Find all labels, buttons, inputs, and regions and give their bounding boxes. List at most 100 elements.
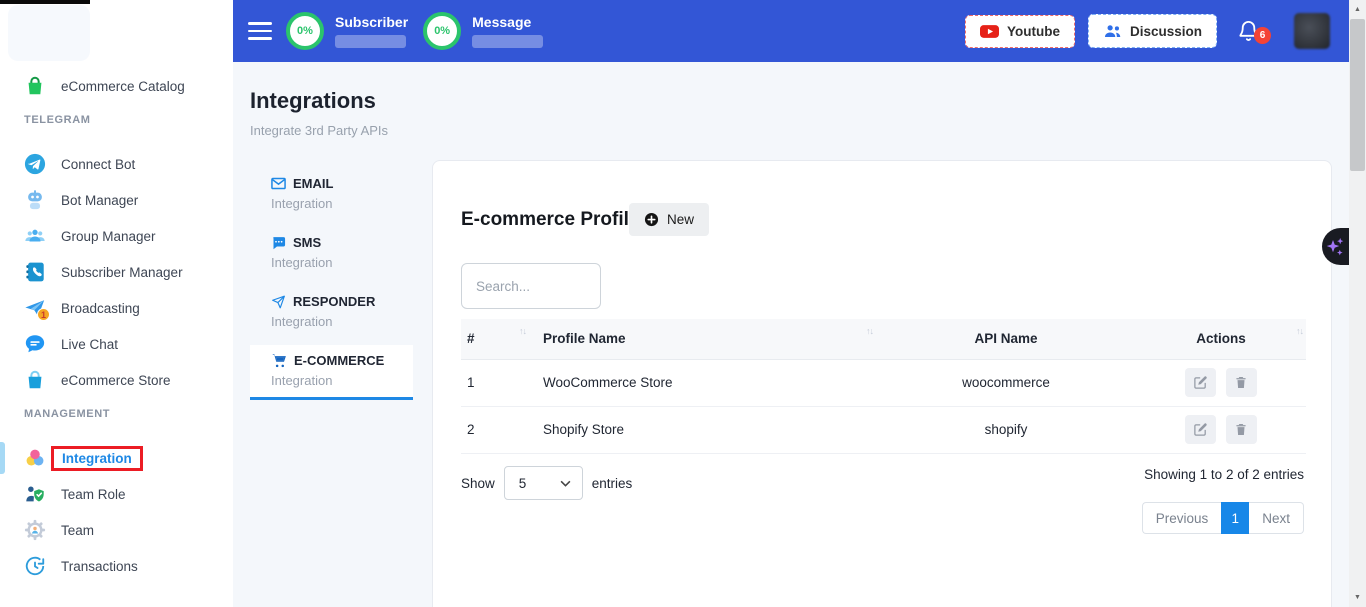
subnav-title-label: SMS bbox=[293, 235, 321, 250]
envelope-icon bbox=[271, 177, 286, 190]
plus-circle-icon bbox=[644, 212, 659, 227]
sidebar-item-connect-bot[interactable]: Connect Bot bbox=[0, 146, 233, 182]
sort-icon[interactable]: ↑↓ bbox=[866, 326, 873, 336]
row-index-cell: 2 bbox=[461, 406, 529, 453]
ecommerce-profile-card: E-commerce Profile New # ↑↓ bbox=[432, 160, 1332, 607]
discussion-button-label: Discussion bbox=[1130, 24, 1202, 39]
sidebar-item-broadcasting[interactable]: 1 Broadcasting bbox=[0, 290, 233, 326]
user-avatar[interactable] bbox=[1294, 13, 1330, 49]
broadcasting-count-badge: 1 bbox=[37, 308, 50, 321]
sidebar-item-live-chat[interactable]: Live Chat bbox=[0, 326, 233, 362]
sidebar-item-label: Group Manager bbox=[61, 229, 156, 244]
sidebar-item-transactions[interactable]: Transactions bbox=[0, 548, 233, 584]
column-header-actions[interactable]: Actions ↑↓ bbox=[1136, 319, 1306, 359]
column-header-label: Actions bbox=[1196, 331, 1246, 346]
scrollbar-down-arrow[interactable]: ▼ bbox=[1349, 589, 1366, 606]
chat-bubble-icon bbox=[24, 333, 46, 355]
notification-count-badge: 6 bbox=[1254, 27, 1271, 44]
previous-page-button[interactable]: Previous bbox=[1142, 502, 1222, 534]
current-page-button[interactable]: 1 bbox=[1221, 502, 1249, 534]
subnav-subtitle: Integration bbox=[271, 255, 413, 270]
gear-person-icon bbox=[24, 519, 46, 541]
entries-per-page-select[interactable]: 5 bbox=[504, 466, 583, 500]
edit-button[interactable] bbox=[1185, 368, 1216, 397]
message-stat-value-redacted bbox=[472, 35, 543, 48]
entries-label: entries bbox=[592, 476, 633, 491]
profile-name-cell: WooCommerce Store bbox=[529, 359, 876, 406]
subscriber-progress-ring: 0% bbox=[286, 12, 324, 50]
sidebar-item-team-role[interactable]: Team Role bbox=[0, 476, 233, 512]
table-row: 2 Shopify Store shopify bbox=[461, 406, 1306, 453]
new-profile-button[interactable]: New bbox=[629, 203, 709, 236]
sidebar-item-team[interactable]: Team bbox=[0, 512, 233, 548]
sidebar-item-subscriber-manager[interactable]: Subscriber Manager bbox=[0, 254, 233, 290]
sidebar-section-management: MANAGEMENT bbox=[24, 408, 233, 420]
history-clock-icon bbox=[24, 555, 46, 577]
broadcast-plane-icon: 1 bbox=[24, 297, 46, 319]
top-edge-bar bbox=[0, 0, 90, 4]
sidebar-item-group-manager[interactable]: Group Manager bbox=[0, 218, 233, 254]
api-name-cell: shopify bbox=[876, 406, 1136, 453]
sidebar-item-integration[interactable]: Integration bbox=[0, 440, 233, 476]
youtube-icon bbox=[980, 24, 999, 39]
robot-icon bbox=[24, 189, 46, 211]
youtube-button[interactable]: Youtube bbox=[965, 15, 1075, 48]
notifications-bell[interactable]: 6 bbox=[1237, 19, 1260, 43]
subscriber-stat: 0% Subscriber bbox=[286, 12, 408, 50]
next-page-button[interactable]: Next bbox=[1249, 502, 1304, 534]
profiles-table: # ↑↓ Profile Name ↑↓ API Name Actions bbox=[461, 319, 1306, 454]
scrollbar-up-arrow[interactable]: ▲ bbox=[1349, 1, 1366, 18]
sort-icon[interactable]: ↑↓ bbox=[519, 326, 526, 336]
hamburger-menu-icon[interactable] bbox=[248, 22, 272, 40]
sort-icon[interactable]: ↑↓ bbox=[1296, 326, 1303, 336]
show-label: Show bbox=[461, 476, 495, 491]
delete-button[interactable] bbox=[1226, 368, 1257, 397]
sidebar-item-label: Bot Manager bbox=[61, 193, 138, 208]
message-progress-ring: 0% bbox=[423, 12, 461, 50]
sparkles-icon bbox=[1325, 235, 1346, 259]
api-name-cell: woocommerce bbox=[876, 359, 1136, 406]
subscriber-stat-label: Subscriber bbox=[335, 14, 408, 30]
active-indicator-bar bbox=[0, 442, 5, 474]
sidebar-item-ecommerce-store[interactable]: eCommerce Store bbox=[0, 362, 233, 398]
entries-per-page-value: 5 bbox=[519, 476, 527, 491]
sidebar-item-ecommerce-catalog[interactable]: eCommerce Catalog bbox=[0, 68, 233, 104]
column-header-api-name[interactable]: API Name bbox=[876, 319, 1136, 359]
search-input[interactable] bbox=[461, 263, 601, 309]
subnav-subtitle: Integration bbox=[271, 373, 413, 388]
subnav-item-sms[interactable]: SMS Integration bbox=[250, 227, 413, 279]
shopping-bag-blue-icon bbox=[24, 369, 46, 391]
discussion-button[interactable]: Discussion bbox=[1088, 14, 1217, 48]
main-content: Integrations Integrate 3rd Party APIs EM… bbox=[233, 62, 1349, 607]
sidebar-item-bot-manager[interactable]: Bot Manager bbox=[0, 182, 233, 218]
subnav-item-responder[interactable]: RESPONDER Integration bbox=[250, 286, 413, 338]
shopping-bag-green-icon bbox=[24, 75, 46, 97]
column-header-label: Profile Name bbox=[543, 331, 626, 346]
sidebar-item-label: Transactions bbox=[61, 559, 138, 574]
delete-button[interactable] bbox=[1226, 415, 1257, 444]
column-header-index[interactable]: # ↑↓ bbox=[461, 319, 529, 359]
subnav-title-label: EMAIL bbox=[293, 176, 333, 191]
actions-cell bbox=[1136, 406, 1306, 453]
sidebar-item-label: eCommerce Catalog bbox=[61, 79, 185, 94]
app-window: eCommerce Catalog TELEGRAM Connect Bot B… bbox=[0, 0, 1366, 607]
vertical-scrollbar[interactable]: ▲ ▼ bbox=[1349, 0, 1366, 607]
actions-cell bbox=[1136, 359, 1306, 406]
subnav-item-ecommerce[interactable]: E-COMMERCE Integration bbox=[250, 345, 413, 400]
integrations-subnav: EMAIL Integration SMS Integration bbox=[250, 168, 413, 407]
sidebar-item-label: Team Role bbox=[61, 487, 126, 502]
edit-button[interactable] bbox=[1185, 415, 1216, 444]
shield-check-person-icon bbox=[24, 483, 46, 505]
topbar: 0% Subscriber 0% Message Youtube bbox=[233, 0, 1349, 62]
subnav-item-email[interactable]: EMAIL Integration bbox=[250, 168, 413, 220]
scrollbar-thumb[interactable] bbox=[1350, 19, 1365, 171]
message-stat: 0% Message bbox=[423, 12, 543, 50]
integration-circles-icon bbox=[24, 447, 46, 469]
page-title: Integrations bbox=[250, 88, 388, 114]
subscriber-stat-value-redacted bbox=[335, 35, 406, 48]
sidebar: eCommerce Catalog TELEGRAM Connect Bot B… bbox=[0, 0, 233, 607]
pagination: Previous 1 Next bbox=[1142, 502, 1304, 534]
people-discussion-icon bbox=[1103, 23, 1122, 39]
sidebar-item-label: Subscriber Manager bbox=[61, 265, 183, 280]
column-header-profile-name[interactable]: Profile Name ↑↓ bbox=[529, 319, 876, 359]
